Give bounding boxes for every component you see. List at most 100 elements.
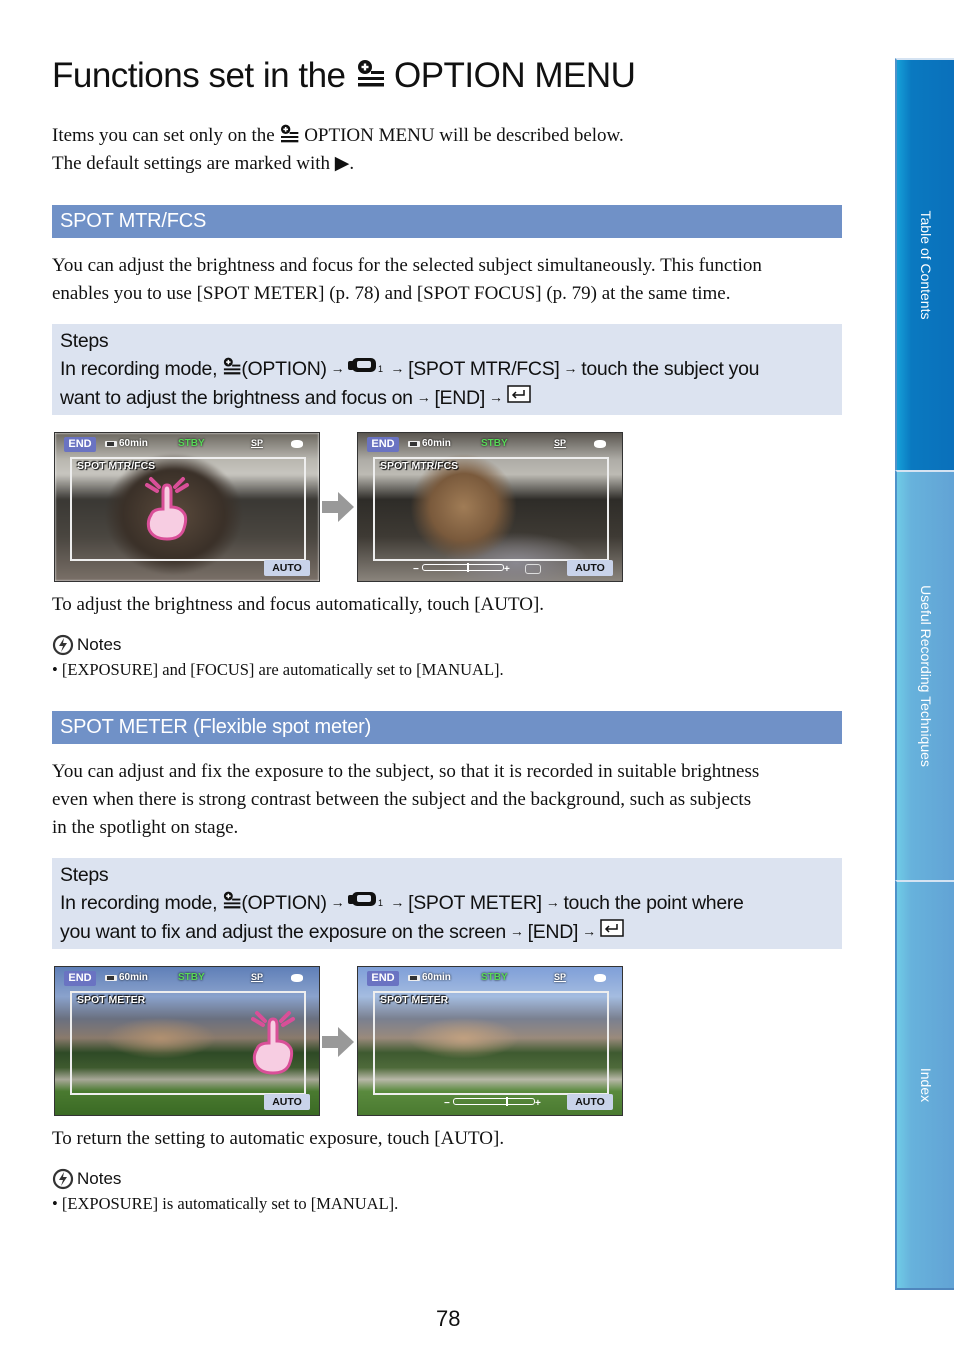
return-icon: [600, 917, 624, 945]
remaining-time: 60min: [119, 438, 148, 449]
recording-mode: SP: [554, 438, 567, 448]
svg-text:1: 1: [378, 364, 383, 374]
recording-mode: SP: [251, 438, 264, 448]
camera-screen-spot-mtr-fcs-before: END 60min STBY SP SPOT MTR/FCS AUTO: [54, 432, 320, 582]
steps-text: [END]: [434, 387, 485, 409]
arrow-icon: →: [545, 894, 560, 910]
arrow-icon: →: [582, 923, 596, 939]
exposure-slider[interactable]: [422, 563, 504, 572]
flow-arrow-icon: [322, 492, 354, 522]
side-tab-index[interactable]: Index: [895, 880, 954, 1290]
arrow-icon: →: [509, 923, 524, 939]
steps-text: [SPOT METER]: [408, 892, 542, 914]
battery-icon: [408, 441, 420, 447]
section-1-after-text: To adjust the brightness and focus autom…: [52, 594, 545, 615]
steps-line-2: want to adjust the brightness and focus …: [60, 384, 834, 413]
notes-icon: [52, 1168, 74, 1190]
exposure-slider[interactable]: [453, 1097, 535, 1106]
auto-button[interactable]: AUTO: [567, 1094, 613, 1110]
frame-label: SPOT MTR/FCS: [380, 460, 459, 472]
intro: Items you can set only on the OPTION MEN…: [52, 122, 624, 178]
description-line: enables you to use [SPOT METER] (p. 78) …: [52, 283, 731, 304]
end-button[interactable]: END: [64, 971, 96, 986]
option-menu-icon: [222, 357, 241, 376]
battery-icon: [105, 441, 117, 447]
remaining-time: 60min: [422, 972, 451, 983]
notes-heading: Notes: [52, 1168, 121, 1190]
steps-line-2: you want to fix and adjust the exposure …: [60, 918, 834, 947]
touch-frame[interactable]: SPOT MTR/FCS: [373, 457, 609, 561]
option-menu-icon: [222, 891, 241, 910]
standby-status: STBY: [481, 438, 508, 449]
return-icon: [506, 383, 531, 411]
intro-line-1-prefix: Items you can set only on the: [52, 125, 275, 146]
recording-mode: SP: [251, 972, 264, 982]
standby-status: STBY: [178, 972, 205, 983]
steps-text: In recording mode,: [60, 892, 218, 914]
side-tab-label: Index: [917, 1067, 934, 1103]
side-tab-table-of-contents[interactable]: Table of Contents: [895, 58, 954, 470]
page-title: Functions set in the OPTION MENU: [52, 56, 636, 96]
remaining-time: 60min: [422, 438, 451, 449]
touch-hand-icon: [251, 1011, 295, 1075]
slider-minus[interactable]: −: [413, 564, 419, 575]
page-title-suffix: OPTION MENU: [393, 56, 636, 95]
steps-line-1: In recording mode, (OPTION) → 1 → [SPOT METE…: [60, 889, 834, 918]
slider-thumb[interactable]: [467, 563, 469, 572]
slider-plus[interactable]: +: [504, 564, 510, 575]
section-heading-spot-mtr-fcs: SPOT MTR/FCS: [52, 205, 842, 238]
notes-title: Notes: [77, 635, 122, 654]
svg-text:1: 1: [378, 898, 383, 908]
description-line: even when there is strong contrast betwe…: [52, 789, 752, 810]
recording-mode: SP: [554, 972, 567, 982]
standby-status: STBY: [178, 438, 205, 449]
side-tab-useful-recording-techniques[interactable]: Useful Recording Techniques: [895, 470, 954, 880]
steps-text: [END]: [527, 921, 579, 943]
section-2-description: You can adjust and fix the exposure to t…: [52, 758, 842, 842]
steps-title: Steps: [60, 864, 109, 886]
end-button[interactable]: END: [64, 437, 96, 452]
page-number: 78: [436, 1306, 461, 1331]
steps-text: touch the point where: [563, 892, 744, 914]
slider-plus[interactable]: +: [535, 1098, 541, 1109]
steps-text: (OPTION): [241, 358, 327, 380]
end-button[interactable]: END: [367, 971, 399, 986]
slider-minus[interactable]: −: [444, 1098, 450, 1109]
frame-label: SPOT METER: [380, 994, 449, 1006]
auto-button[interactable]: AUTO: [567, 560, 613, 576]
arrow-icon: →: [416, 389, 431, 405]
notes-title: Notes: [77, 1169, 122, 1188]
notes-heading: Notes: [52, 634, 121, 656]
end-button[interactable]: END: [367, 437, 399, 452]
intro-line-2: The default settings are marked with ▶.: [52, 153, 355, 174]
option-menu-icon: [279, 124, 299, 144]
notes-icon: [52, 634, 74, 656]
steps-title: Steps: [60, 330, 109, 352]
auto-button[interactable]: AUTO: [264, 1094, 310, 1110]
steps-line-1: In recording mode, (OPTION) → 1 → [SPOT MTR/…: [60, 355, 834, 384]
auto-button[interactable]: AUTO: [264, 560, 310, 576]
description-line: You can adjust and fix the exposure to t…: [52, 761, 760, 782]
steps-text: In recording mode,: [60, 358, 218, 380]
arrow-icon: →: [390, 894, 405, 910]
slider-thumb[interactable]: [506, 1097, 508, 1106]
flow-arrow-icon: [322, 1027, 354, 1057]
camera-screen-spot-meter-before: END 60min STBY SP SPOT METER AUTO: [54, 966, 320, 1116]
intro-line-1: Items you can set only on the OPTION MEN…: [52, 122, 624, 150]
battery-icon: [408, 975, 420, 981]
steps-text: touch the subject you: [581, 358, 760, 380]
steps-text: (OPTION): [241, 892, 327, 914]
intro-line-1-suffix: OPTION MENU will be described below.: [304, 125, 624, 146]
section-2-after-text: To return the setting to automatic expos…: [52, 1128, 505, 1149]
description-line: in the spotlight on stage.: [52, 817, 239, 838]
steps-text: you want to fix and adjust the exposure …: [60, 921, 506, 943]
media-icon: [594, 440, 606, 448]
option-menu-icon: [355, 59, 385, 89]
arrow-icon: →: [330, 360, 345, 376]
touch-frame[interactable]: SPOT METER: [373, 991, 609, 1095]
arrow-icon: →: [330, 894, 345, 910]
arrow-icon: →: [390, 360, 405, 376]
steps-box-1: Steps In recording mode, (OPTION) → 1 → [SPO…: [52, 324, 842, 415]
battery-icon: [105, 975, 117, 981]
standby-status: STBY: [481, 972, 508, 983]
